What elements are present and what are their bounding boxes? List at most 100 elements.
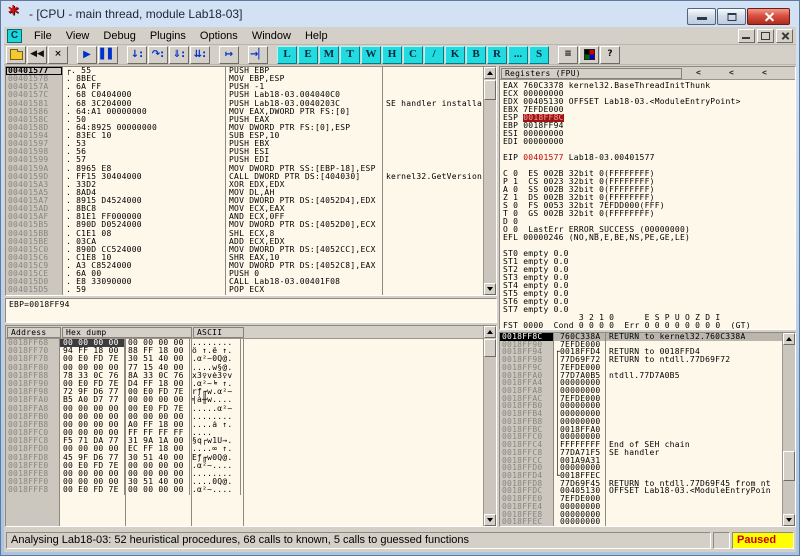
dump-row[interactable]: 0018FFB000 00 00 0000 00 00 00........ xyxy=(6,413,496,421)
register-row[interactable]: ST2 empty 0.0 xyxy=(503,266,795,274)
disasm-row[interactable]: 004015C9. A3 C8524000MOV DWORD PTR DS:[4… xyxy=(6,262,496,270)
disasm-row[interactable]: 004015BE. 03CAADD ECX,EDX xyxy=(6,238,496,246)
register-row[interactable]: ECX 00000000 xyxy=(503,90,795,98)
disasm-row[interactable]: 00401577┌. 55PUSH EBP xyxy=(6,67,496,75)
minimize-button[interactable] xyxy=(687,8,716,25)
disasm-scrollbar[interactable] xyxy=(483,67,496,295)
stack-row[interactable]: 0018FFD4└0018FFEC xyxy=(500,472,795,480)
register-row[interactable]: C 0 ES 002B 32bit 0(FFFFFFFF) xyxy=(503,170,795,178)
register-row[interactable]: ST0 empty 0.0 xyxy=(503,250,795,258)
stack-row[interactable]: 0018FFAC│7EFDE000 xyxy=(500,395,795,403)
stack-row[interactable]: 0018FFEC00000000 xyxy=(500,518,795,526)
register-row[interactable]: T 0 GS 002B 32bit 0(FFFFFFFF) xyxy=(503,210,795,218)
dump-row[interactable]: 0018FFE000 E0 FD 7E00 00 00 00.α²~.... xyxy=(6,462,496,470)
disasm-row[interactable]: 00401597. 53PUSH EBX xyxy=(6,140,496,148)
stack-row[interactable]: 0018FF907EFDE000 xyxy=(500,341,795,349)
view-button-slash[interactable]: / xyxy=(424,46,444,64)
maximize-button[interactable] xyxy=(717,8,746,25)
register-row[interactable] xyxy=(503,146,795,154)
view-button-m[interactable]: M xyxy=(319,46,339,64)
stack-row[interactable]: 0018FFDC00405130OFFSET Lab18-03.<ModuleE… xyxy=(500,487,795,495)
view-button-r[interactable]: R xyxy=(487,46,507,64)
disasm-row[interactable]: 004015AD. 8BC8MOV ECX,EAX xyxy=(6,205,496,213)
register-row[interactable]: Z 1 DS 002B 32bit 0(FFFFFFFF) xyxy=(503,194,795,202)
disasm-row[interactable]: 004015C6. C1E8 10SHR EAX,10 xyxy=(6,254,496,262)
appearance-button[interactable] xyxy=(579,46,599,64)
register-row[interactable]: ST3 empty 0.0 xyxy=(503,274,795,282)
stack-row[interactable]: 0018FFB4│00000000 xyxy=(500,410,795,418)
close-button[interactable] xyxy=(747,8,790,25)
view-button-t[interactable]: T xyxy=(340,46,360,64)
disasm-row[interactable]: 004015A3. 33D2XOR EDX,EDX xyxy=(6,181,496,189)
scroll-thumb[interactable] xyxy=(783,451,795,481)
mdi-restore-button[interactable] xyxy=(757,29,774,43)
disasm-row[interactable]: 0040159D. FF15 30404000CALL DWORD PTR DS… xyxy=(6,173,496,181)
stack-row[interactable]: 0018FFE800000000 xyxy=(500,511,795,519)
pause-button[interactable]: ▌▌ xyxy=(98,46,118,64)
register-row[interactable]: ST7 empty 0.0 xyxy=(503,306,795,314)
stack-row[interactable]: 0018FFE400000000 xyxy=(500,503,795,511)
dump-row[interactable]: 0018FF9000 E0 FD 7ED4 FF 18 00.α²~╘ ↑. xyxy=(6,380,496,388)
disasm-row[interactable]: 004015AF. 81E1 FF000000AND ECX,0FF xyxy=(6,213,496,221)
run-button[interactable]: ▶ xyxy=(77,46,97,64)
stack-row[interactable]: 0018FFCC│001A9A31 xyxy=(500,457,795,465)
view-button-s[interactable]: S xyxy=(529,46,549,64)
register-row[interactable]: S 0 FS 0053 32bit 7EFDD000(FFF) xyxy=(503,202,795,210)
scroll-down-button[interactable] xyxy=(783,514,795,526)
cpu-window-icon[interactable]: C xyxy=(7,29,22,43)
stack-row[interactable]: 0018FFC0│00000000 xyxy=(500,433,795,441)
dump-row[interactable]: 0018FF9872 9F D6 7700 E0 FD 7Erƒ╓w.α²~ xyxy=(6,388,496,396)
disasm-row[interactable]: 00401586. 64:A1 00000000MOV EAX,DWORD PT… xyxy=(6,108,496,116)
register-row[interactable]: P 1 CS 0023 32bit 0(FFFFFFFF) xyxy=(503,178,795,186)
menu-item-plugins[interactable]: Plugins xyxy=(143,28,193,44)
scroll-down-button[interactable] xyxy=(484,514,496,526)
dump-row[interactable]: 0018FFD845 9F D6 7730 51 40 00Eƒ╓w0Q@. xyxy=(6,454,496,462)
stack-row[interactable]: 0018FF8C760C338ARETURN to kernel32.760C3… xyxy=(500,333,795,341)
trace-over-button[interactable]: ⇊: xyxy=(190,46,210,64)
register-row[interactable]: ESI 00000000 xyxy=(503,130,795,138)
dump-row[interactable]: 0018FF6800 00 00 0000 00 00 00........ xyxy=(6,339,496,347)
disasm-row[interactable]: 0040159A. 8965 E8MOV DWORD PTR SS:[EBP-1… xyxy=(6,165,496,173)
register-row[interactable]: O 0 LastErr ERROR_SUCCESS (00000000) xyxy=(503,226,795,234)
step-over-button[interactable]: ↷: xyxy=(148,46,168,64)
menu-item-view[interactable]: View xyxy=(59,28,97,44)
dump-row[interactable]: 0018FF8878 33 0C 768A 33 0C 76x3♀vè3♀v xyxy=(6,372,496,380)
disasm-row[interactable]: 004015C0. 890D CC524000MOV DWORD PTR DS:… xyxy=(6,246,496,254)
scroll-down-button[interactable] xyxy=(484,283,496,295)
trace-into-button[interactable]: ⇓: xyxy=(169,46,189,64)
stack-row[interactable]: 0018FFB8│00000000 xyxy=(500,418,795,426)
register-row[interactable]: EFL 00000246 (NO,NB,E,BE,NS,PE,GE,LE) xyxy=(503,234,795,242)
register-row[interactable]: 3 2 1 0 E S P U O Z D I xyxy=(503,314,795,322)
disasm-row[interactable]: 004015B5. 890D D0524000MOV DWORD PTR DS:… xyxy=(6,221,496,229)
help-button[interactable]: ? xyxy=(600,46,620,64)
stack-row[interactable]: 0018FFE07EFDE000 xyxy=(500,495,795,503)
dump-row[interactable]: 0018FF7094 FF 18 0088 FF 18 00ö ↑.ê ↑. xyxy=(6,347,496,355)
disasm-row[interactable]: 004015A5. 8AD4MOV DL,AH xyxy=(6,189,496,197)
scroll-up-button[interactable] xyxy=(484,67,496,79)
register-row[interactable]: ST1 empty 0.0 xyxy=(503,258,795,266)
mdi-close-button[interactable] xyxy=(776,29,793,43)
menu-item-file[interactable]: File xyxy=(27,28,59,44)
view-button-e[interactable]: E xyxy=(298,46,318,64)
view-button-w[interactable]: W xyxy=(361,46,381,64)
dump-row[interactable]: 0018FFB800 00 00 00A0 FF 18 00....á ↑. xyxy=(6,421,496,429)
goto-button[interactable]: →▏ xyxy=(248,46,268,64)
close-program-button[interactable]: × xyxy=(48,46,68,64)
menu-item-debug[interactable]: Debug xyxy=(96,28,142,44)
disasm-row[interactable]: 004015BB. C1E1 08SHL ECX,8 xyxy=(6,230,496,238)
menu-item-window[interactable]: Window xyxy=(245,28,298,44)
view-button-k[interactable]: K xyxy=(445,46,465,64)
stack-scrollbar[interactable] xyxy=(782,333,795,526)
dump-row[interactable]: 0018FFE800 00 00 0000 00 00 00........ xyxy=(6,470,496,478)
register-row[interactable]: ST4 empty 0.0 xyxy=(503,282,795,290)
open-button[interactable] xyxy=(6,46,26,64)
stack-row[interactable]: 0018FFA0│77D7A0B5ntdll.77D7A0B5 xyxy=(500,372,795,380)
register-row[interactable] xyxy=(503,162,795,170)
disasm-row[interactable]: 00401578. 8BECMOV EBP,ESP xyxy=(6,75,496,83)
restart-button[interactable]: ◀◀ xyxy=(27,46,47,64)
register-row[interactable]: EBX 7EFDE000 xyxy=(503,106,795,114)
register-row[interactable] xyxy=(503,242,795,250)
disasm-row[interactable]: 00401594. 83EC 10SUB ESP,10 xyxy=(6,132,496,140)
register-row[interactable]: D 0 xyxy=(503,218,795,226)
view-button-l[interactable]: L xyxy=(277,46,297,64)
